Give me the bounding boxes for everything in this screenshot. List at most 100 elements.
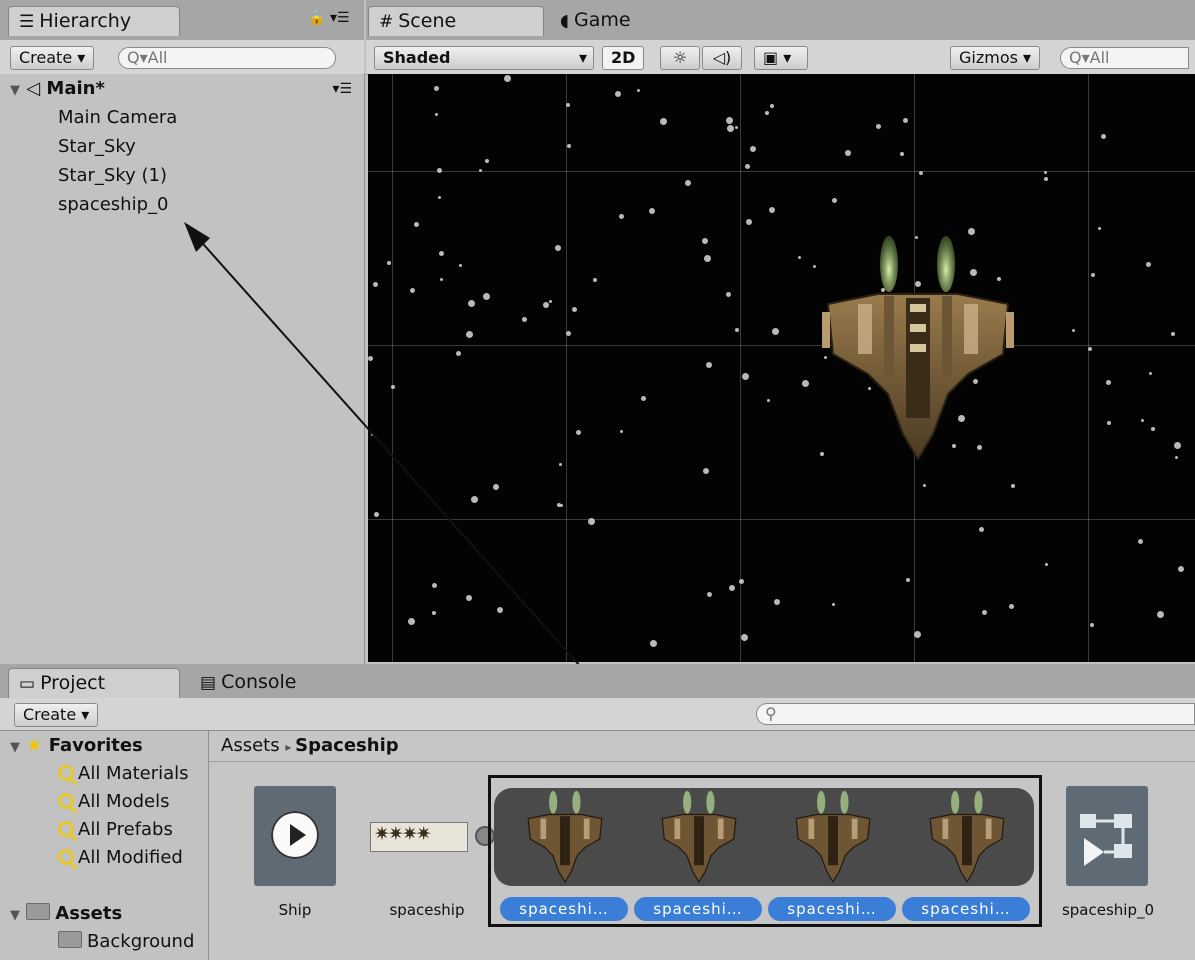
scene-toolbar: Shaded ▾ 2D ☼ ◁) ▣ ▾ Gizmos ▾ Q▾All (366, 40, 1195, 75)
star-dot (1175, 456, 1178, 459)
grid-icon: # (379, 12, 394, 32)
star-dot (1178, 566, 1184, 572)
star-dot (703, 468, 709, 474)
lock-icon[interactable]: 🔒 (308, 10, 325, 26)
star-dot (408, 618, 415, 625)
image-icon: ▣ (763, 48, 779, 67)
asset-spritesheet-thumbnail[interactable]: ✷✷✷✷ (370, 822, 468, 852)
hierarchy-item-label: Star_Sky (1) (58, 165, 167, 186)
2d-toggle-button[interactable]: 2D (602, 46, 645, 70)
star-dot (1171, 332, 1175, 336)
tab-console[interactable]: ▤ Console (190, 668, 330, 696)
star-dot (726, 117, 733, 124)
star-dot (456, 351, 461, 356)
foldout-arrow-icon[interactable]: ▼ (10, 908, 20, 923)
scene-search-input[interactable]: Q▾All (1060, 47, 1189, 69)
scene-menu-icon[interactable]: ▾☰ (332, 76, 352, 102)
star-dot (1107, 421, 1111, 425)
project-search-input[interactable]: ⚲ (756, 703, 1195, 725)
asset-ship-thumbnail[interactable] (254, 786, 336, 886)
favorite-item[interactable]: All Models (58, 789, 169, 815)
assets-header[interactable]: ▼ Assets (10, 901, 122, 929)
star-dot (1011, 484, 1015, 488)
project-create-button[interactable]: Create ▾ (14, 703, 99, 727)
star-dot (1101, 134, 1106, 139)
sprite-label[interactable]: spaceshi… (634, 897, 762, 921)
project-toolbar: Create ▾ ⚲ (0, 698, 1195, 731)
spaceship-sprite[interactable] (818, 234, 1018, 464)
hierarchy-item[interactable]: Star_Sky (58, 134, 136, 160)
sprite-thumbnail[interactable] (656, 790, 742, 888)
favorites-label: Favorites (48, 735, 143, 756)
hierarchy-item[interactable]: spaceship_0 (58, 192, 168, 218)
sprite-thumbnail[interactable] (522, 790, 608, 888)
star-dot (813, 265, 816, 268)
star-dot (727, 125, 734, 132)
star-dot (1088, 347, 1092, 351)
star-dot (919, 171, 923, 175)
star-dot (391, 385, 395, 389)
sun-icon: ☼ (672, 48, 688, 67)
hierarchy-item-label: Main Camera (58, 107, 178, 128)
effects-dropdown[interactable]: ▣ ▾ (754, 46, 808, 70)
audio-toggle-button[interactable]: ◁) (702, 46, 742, 70)
search-icon (58, 849, 74, 865)
star-dot (650, 640, 657, 647)
star-dot (735, 328, 739, 332)
hierarchy-item[interactable]: Main Camera (58, 105, 177, 131)
breadcrumb-root[interactable]: Assets (221, 735, 280, 756)
star-dot (832, 198, 837, 203)
star-dot (1090, 623, 1094, 627)
sprite-thumbnail[interactable] (924, 790, 1010, 888)
tab-hierarchy[interactable]: ☰ Hierarchy (8, 6, 180, 36)
scene-viewport[interactable] (368, 74, 1195, 662)
sprite-label[interactable]: spaceshi… (768, 897, 896, 921)
project-create-label: Create (23, 705, 77, 724)
panel-menu-icon[interactable]: ▾☰ (330, 10, 350, 26)
2d-toggle-label: 2D (611, 48, 636, 67)
sprite-label[interactable]: spaceshi… (500, 897, 628, 921)
breadcrumb-current[interactable]: Spaceship (295, 735, 398, 756)
tab-scene[interactable]: # Scene (368, 6, 544, 36)
shading-mode-dropdown[interactable]: Shaded ▾ (374, 46, 594, 70)
star-dot (876, 124, 881, 129)
hierarchy-search-placeholder: Q▾All (127, 48, 168, 67)
favorites-header[interactable]: ▼ ★ Favorites (10, 733, 143, 761)
star-dot (739, 579, 744, 584)
star-dot (374, 512, 379, 517)
tab-project[interactable]: ▭ Project (8, 668, 180, 698)
sprite-label[interactable]: spaceshi… (902, 897, 1030, 921)
star-icon: ★ (26, 735, 43, 756)
tab-game[interactable]: ◖ Game (550, 6, 680, 34)
star-dot (702, 238, 708, 244)
star-dot (1157, 611, 1164, 618)
favorite-item[interactable]: All Materials (58, 761, 189, 787)
star-dot (774, 599, 780, 605)
lighting-toggle-button[interactable]: ☼ (660, 46, 700, 70)
favorite-item[interactable]: All Prefabs (58, 817, 173, 843)
star-dot (1174, 442, 1181, 449)
star-dot (649, 208, 655, 214)
star-dot (371, 433, 374, 436)
hierarchy-create-button[interactable]: Create ▾ (10, 46, 95, 70)
asset-folder-item[interactable]: Background (58, 929, 194, 955)
gizmos-dropdown[interactable]: Gizmos ▾ (950, 46, 1041, 70)
scene-root-row[interactable]: ▼ ◁ Main* ▾☰ (10, 76, 356, 104)
star-dot (368, 356, 373, 361)
star-dot (726, 292, 731, 297)
hierarchy-item[interactable]: Star_Sky (1) (58, 163, 167, 189)
folder-icon (58, 931, 82, 948)
star-dot (832, 603, 835, 606)
star-dot (485, 159, 489, 163)
favorite-item[interactable]: All Modified (58, 845, 183, 871)
star-dot (567, 144, 571, 148)
foldout-arrow-icon[interactable]: ▼ (10, 83, 20, 98)
star-dot (746, 219, 752, 225)
sprite-thumbnail[interactable] (790, 790, 876, 888)
foldout-arrow-icon[interactable]: ▼ (10, 740, 20, 755)
star-dot (572, 307, 577, 312)
hierarchy-search-input[interactable]: Q▾All (118, 47, 336, 69)
asset-animator-thumbnail[interactable] (1066, 786, 1148, 886)
tab-console-label: Console (221, 671, 297, 693)
gizmos-label: Gizmos (959, 48, 1018, 67)
